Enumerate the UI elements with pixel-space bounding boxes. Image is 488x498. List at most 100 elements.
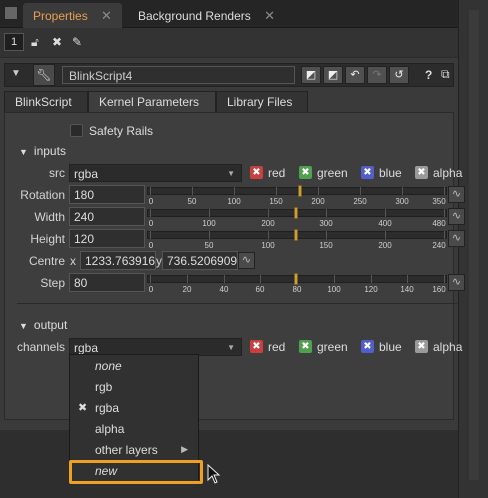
step-label: Step [40, 276, 65, 290]
menu-item-alpha[interactable]: alpha [70, 420, 198, 441]
chevron-down-icon: ▼ [227, 343, 235, 352]
slider-tick [444, 275, 445, 283]
close-icon[interactable]: ✕ [101, 8, 112, 23]
centre-y-input[interactable]: 736.5206909 [162, 251, 238, 270]
inputs-section[interactable]: ▼ inputs [19, 144, 66, 158]
slider-tick [150, 231, 151, 239]
src-value: rgba [74, 167, 99, 181]
menu-item-label: alpha [95, 422, 125, 436]
centre-x-input[interactable]: 1233.763916 [80, 251, 156, 270]
slider-tick [224, 275, 225, 283]
slider-tick [444, 231, 445, 239]
node-name-field[interactable]: BlinkScript4 [62, 66, 295, 84]
slider-tick [318, 187, 319, 195]
animation-curve-icon[interactable]: ∿ [448, 208, 465, 225]
step-input[interactable]: 80 [69, 273, 145, 292]
slider-tick-label: 20 [182, 285, 192, 294]
revert-icon[interactable]: ↺ [389, 66, 409, 84]
tab-kernel-parameters[interactable]: Kernel Parameters [88, 91, 216, 112]
collapse-icon[interactable]: ▼ [11, 68, 21, 79]
lock-icon[interactable]: 🔓︎ [31, 35, 39, 50]
slider-tick [234, 187, 235, 195]
menu-item-label: rgba [95, 401, 120, 415]
src-green-checkbox[interactable]: ✖ [299, 166, 312, 179]
out-green-label: green [317, 340, 348, 354]
slider-tick-label: 240 [432, 241, 446, 250]
output-section[interactable]: ▼ output [19, 318, 67, 332]
out-red-checkbox[interactable]: ✖ [250, 340, 263, 353]
out-green-checkbox[interactable]: ✖ [299, 340, 312, 353]
src-blue-label: blue [379, 166, 402, 180]
slider-tick-label: 150 [269, 197, 283, 206]
panel-menu-icon[interactable] [4, 6, 18, 20]
help-icon[interactable]: ? [425, 68, 432, 82]
src-alpha-checkbox[interactable]: ✖ [415, 166, 428, 179]
tab-bar: Properties ✕ Background Renders ✕ [0, 0, 458, 28]
safety-rails-checkbox[interactable] [70, 124, 83, 137]
redo-icon[interactable]: ↷ [367, 66, 387, 84]
src-red-checkbox[interactable]: ✖ [250, 166, 263, 179]
slider-handle[interactable] [294, 207, 298, 219]
menu-item-rgba[interactable]: ✖ rgba [70, 399, 198, 420]
close-icon[interactable]: ✕ [264, 8, 275, 23]
menu-item-rgb[interactable]: rgb [70, 378, 198, 399]
tab-background-renders[interactable]: Background Renders ✕ [128, 3, 285, 28]
float-icon[interactable]: ⧉ [441, 67, 450, 82]
tab-properties[interactable]: Properties ✕ [23, 3, 122, 28]
out-red-label: red [268, 340, 286, 354]
slider-tick-label: 200 [311, 197, 325, 206]
slider-tick [150, 209, 151, 217]
slider-tick [209, 209, 210, 217]
checkmark-icon: ✖ [78, 402, 88, 414]
width-input[interactable]: 240 [69, 207, 145, 226]
rotation-slider[interactable]: 0 50 100 150 200 250 300 350 [147, 185, 447, 209]
src-green-label: green [317, 166, 348, 180]
slider-tick [326, 231, 327, 239]
menu-item-other-layers[interactable]: other layers ▶ [70, 441, 198, 462]
slider-tick [407, 275, 408, 283]
max-panels-input[interactable]: 1 [4, 33, 24, 51]
animation-curve-icon[interactable]: ∿ [448, 274, 465, 291]
slider-tick-label: 480 [432, 219, 446, 228]
src-alpha-label: alpha [433, 166, 463, 180]
slider-tick [385, 231, 386, 239]
highlight-box [69, 460, 203, 484]
slider-tick-label: 200 [261, 219, 275, 228]
animation-curve-icon[interactable]: ∿ [238, 252, 255, 269]
slider-handle[interactable] [294, 273, 298, 285]
channels-value: rgba [74, 341, 99, 355]
color-swatch-button[interactable]: ◩ [301, 66, 321, 84]
menu-item-none[interactable]: none [70, 357, 198, 378]
chevron-down-icon: ▼ [227, 169, 235, 178]
clear-panels-icon[interactable]: ✖︎ [52, 35, 62, 49]
height-input[interactable]: 120 [69, 229, 145, 248]
slider-handle[interactable] [294, 229, 298, 241]
output-label: output [33, 318, 68, 332]
centre-label: Centre [28, 254, 65, 268]
animation-curve-icon[interactable]: ∿ [448, 230, 465, 247]
color-swatch-button-2[interactable]: ◩ [323, 66, 343, 84]
wrench-icon[interactable]: 🔧︎ [33, 64, 55, 86]
tab-library-files[interactable]: Library Files [216, 91, 308, 112]
slider-tick-label: 100 [261, 241, 275, 250]
scrollbar[interactable] [458, 0, 488, 498]
src-blue-checkbox[interactable]: ✖ [361, 166, 374, 179]
src-red-label: red [268, 166, 286, 180]
slider-tick [360, 187, 361, 195]
out-alpha-checkbox[interactable]: ✖ [415, 340, 428, 353]
divider [17, 303, 457, 304]
tab-background-renders-label: Background Renders [138, 9, 251, 23]
slider-tick-label: 50 [204, 241, 214, 250]
width-slider[interactable]: 0 100 200 300 400 480 [147, 207, 447, 231]
slider-tick [334, 275, 335, 283]
undo-icon[interactable]: ↶ [345, 66, 365, 84]
tab-blinkscript[interactable]: BlinkScript [4, 91, 88, 112]
rotation-input[interactable]: 180 [69, 185, 145, 204]
animation-curve-icon[interactable]: ∿ [448, 186, 465, 203]
src-dropdown[interactable]: rgba ▼ [69, 164, 242, 182]
height-slider[interactable]: 0 50 100 150 200 240 [147, 229, 447, 253]
slider-handle[interactable] [298, 185, 302, 197]
edit-icon[interactable]: ✎ [72, 35, 82, 49]
out-blue-checkbox[interactable]: ✖ [361, 340, 374, 353]
step-slider[interactable]: 0 20 40 60 80 100 120 140 160 [147, 273, 447, 297]
